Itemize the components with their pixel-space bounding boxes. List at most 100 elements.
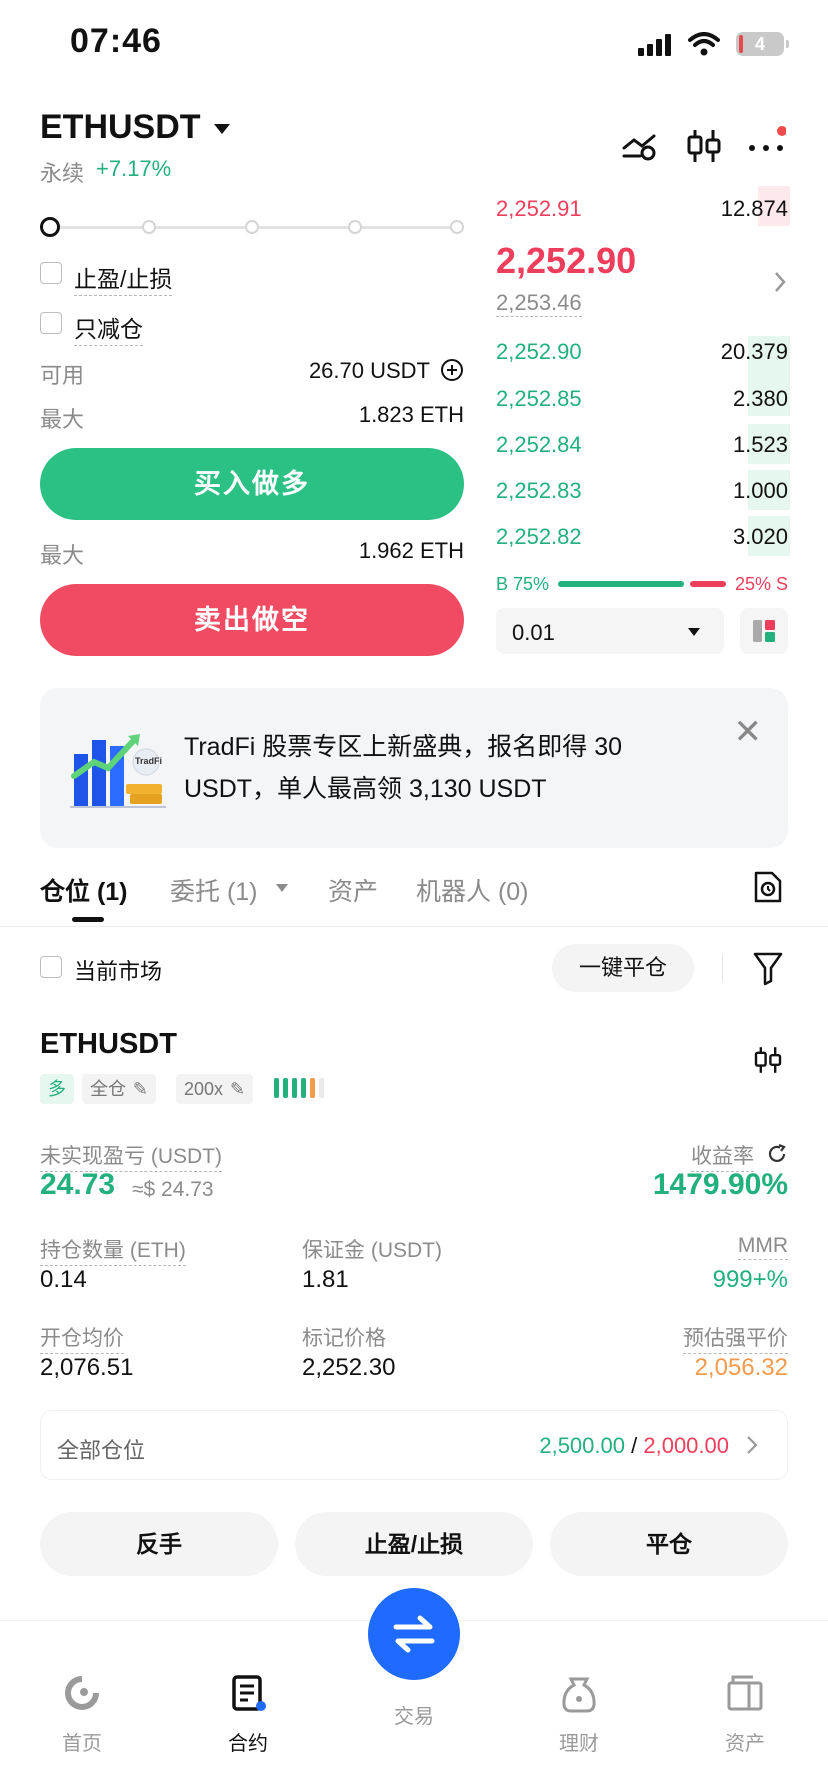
caret-down-icon[interactable] [276, 884, 288, 892]
more-icon[interactable] [746, 126, 786, 166]
mmr-label: MMR [737, 1234, 788, 1260]
current-market-checkbox[interactable] [40, 956, 62, 978]
book-layout-button[interactable] [740, 608, 788, 654]
swap-arrows-icon [393, 1615, 435, 1653]
caret-down-icon[interactable] [214, 124, 230, 134]
tradfi-logo-text: TradFi [135, 756, 163, 766]
nav-finance[interactable]: 理财 [524, 1671, 634, 1756]
candlestick-icon[interactable] [752, 1042, 784, 1078]
size-label: 持仓数量 (ETH) [40, 1234, 186, 1266]
price-change: +7.17% [96, 156, 172, 181]
unrealized-pnl-value: 24.73 [40, 1168, 116, 1201]
side-tag: 多 [40, 1074, 74, 1104]
chevron-right-icon[interactable] [772, 270, 788, 294]
risk-level-bar [301, 1078, 306, 1098]
mark-price-value: 2,252.30 [302, 1354, 396, 1381]
nav-home[interactable]: 首页 [27, 1671, 137, 1756]
tab-positions[interactable]: 仓位 (1) [40, 872, 128, 908]
margin-mode-tag[interactable]: 全仓 ✎ [82, 1074, 156, 1104]
tp-sl-button[interactable]: 止盈/止损 [295, 1512, 533, 1576]
refresh-icon[interactable] [766, 1143, 788, 1165]
reverse-button[interactable]: 反手 [40, 1512, 278, 1576]
indicator-icon[interactable] [620, 126, 660, 166]
wifi-icon [688, 32, 720, 56]
all-positions-short: 2,000.00 [643, 1433, 729, 1458]
tab-assets[interactable]: 资产 [328, 872, 378, 908]
bid-price[interactable]: 2,252.84 [496, 432, 582, 458]
nav-assets-label: 资产 [725, 1733, 765, 1755]
chevron-right-icon [747, 1436, 758, 1454]
bid-price[interactable]: 2,252.83 [496, 478, 582, 504]
precision-select[interactable]: 0.01 [496, 608, 724, 654]
slider-step[interactable] [245, 220, 259, 234]
banner-text: TradFi 股票专区上新盛典，报名即得 30 USDT，单人最高领 3,130… [184, 733, 623, 803]
risk-level-bar [310, 1078, 315, 1098]
finance-icon [562, 1677, 596, 1713]
position-symbol[interactable]: ETHUSDT [40, 1028, 177, 1061]
divider [0, 926, 828, 927]
promo-banner[interactable]: TradFi TradFi 股票专区上新盛典，报名即得 30 USDT，单人最高… [40, 688, 788, 848]
entry-price-value: 2,076.51 [40, 1354, 134, 1381]
all-positions-row[interactable]: 全部仓位 2,500.00 / 2,000.00 [40, 1410, 788, 1480]
max-buy-label: 最大 [40, 407, 85, 432]
order-history-icon[interactable] [752, 870, 784, 904]
bid-qty: 20.379 [720, 339, 788, 364]
size-value: 0.14 [40, 1266, 87, 1293]
margin-mode-label: 全仓 [90, 1079, 126, 1099]
roi-value: 1479.90% [652, 1168, 788, 1201]
buy-ratio: B 75% [496, 574, 550, 594]
sell-ratio-bar [690, 581, 726, 587]
slider-handle[interactable] [40, 217, 60, 237]
risk-level-bar [274, 1078, 279, 1098]
close-position-button[interactable]: 平仓 [550, 1512, 788, 1576]
edit-icon: ✎ [132, 1079, 148, 1099]
mark-price-label: 标记价格 [302, 1327, 386, 1350]
nav-trade-label[interactable]: 交易 [360, 1700, 468, 1729]
reduce-only-checkbox[interactable] [40, 312, 62, 334]
wallet-icon [727, 1675, 763, 1711]
ask-price[interactable]: 2,252.91 [496, 196, 582, 222]
nav-contract-label: 合约 [228, 1733, 268, 1755]
add-circle-icon[interactable] [440, 358, 464, 382]
last-price[interactable]: 2,252.90 [496, 240, 636, 282]
bid-price[interactable]: 2,252.90 [496, 339, 582, 365]
max-sell-value: 1.962 ETH [358, 538, 464, 563]
available-value: 26.70 USDT [308, 358, 430, 383]
tab-bots[interactable]: 机器人 (0) [416, 872, 529, 908]
close-all-button[interactable]: 一键平仓 [552, 944, 694, 992]
leverage-label: 200x [184, 1079, 224, 1099]
sell-short-button[interactable]: 卖出做空 [40, 584, 464, 656]
slider-step[interactable] [348, 220, 362, 234]
filter-icon[interactable] [752, 950, 784, 986]
bid-price[interactable]: 2,252.82 [496, 524, 582, 550]
entry-price-label: 开仓均价 [40, 1322, 124, 1354]
bid-price[interactable]: 2,252.85 [496, 386, 582, 412]
trade-fab-button[interactable] [368, 1588, 460, 1680]
slider-step[interactable] [450, 220, 464, 234]
nav-assets[interactable]: 资产 [690, 1671, 800, 1756]
nav-finance-label: 理财 [559, 1733, 599, 1755]
nav-contract[interactable]: 合约 [193, 1671, 303, 1756]
all-positions-values: 2,500.00 / 2,000.00 [539, 1433, 729, 1459]
caret-down-icon [688, 628, 700, 636]
reduce-only-label: 只减仓 [74, 310, 143, 346]
slider-step[interactable] [142, 220, 156, 234]
candlestick-icon[interactable] [684, 126, 724, 166]
bid-qty: 1.523 [732, 432, 788, 457]
divider [722, 954, 723, 982]
tp-sl-label: 止盈/止损 [74, 260, 173, 296]
liq-price-value: 2,056.32 [694, 1354, 788, 1381]
max-sell-label: 最大 [40, 543, 85, 568]
signal-icon [638, 34, 671, 56]
tab-orders[interactable]: 委托 (1) [170, 872, 258, 908]
tp-sl-checkbox[interactable] [40, 262, 62, 284]
risk-level-bar [283, 1078, 288, 1098]
close-icon[interactable]: ✕ [734, 712, 763, 752]
pair-selector[interactable]: ETHUSDT [40, 108, 201, 147]
book-layout-icon [753, 620, 775, 642]
bid-qty: 2.380 [732, 386, 788, 411]
all-positions-long: 2,500.00 [539, 1433, 625, 1458]
margin-label: 保证金 (USDT) [302, 1239, 442, 1262]
leverage-tag[interactable]: 200x ✎ [176, 1074, 254, 1104]
buy-long-button[interactable]: 买入做多 [40, 448, 464, 520]
